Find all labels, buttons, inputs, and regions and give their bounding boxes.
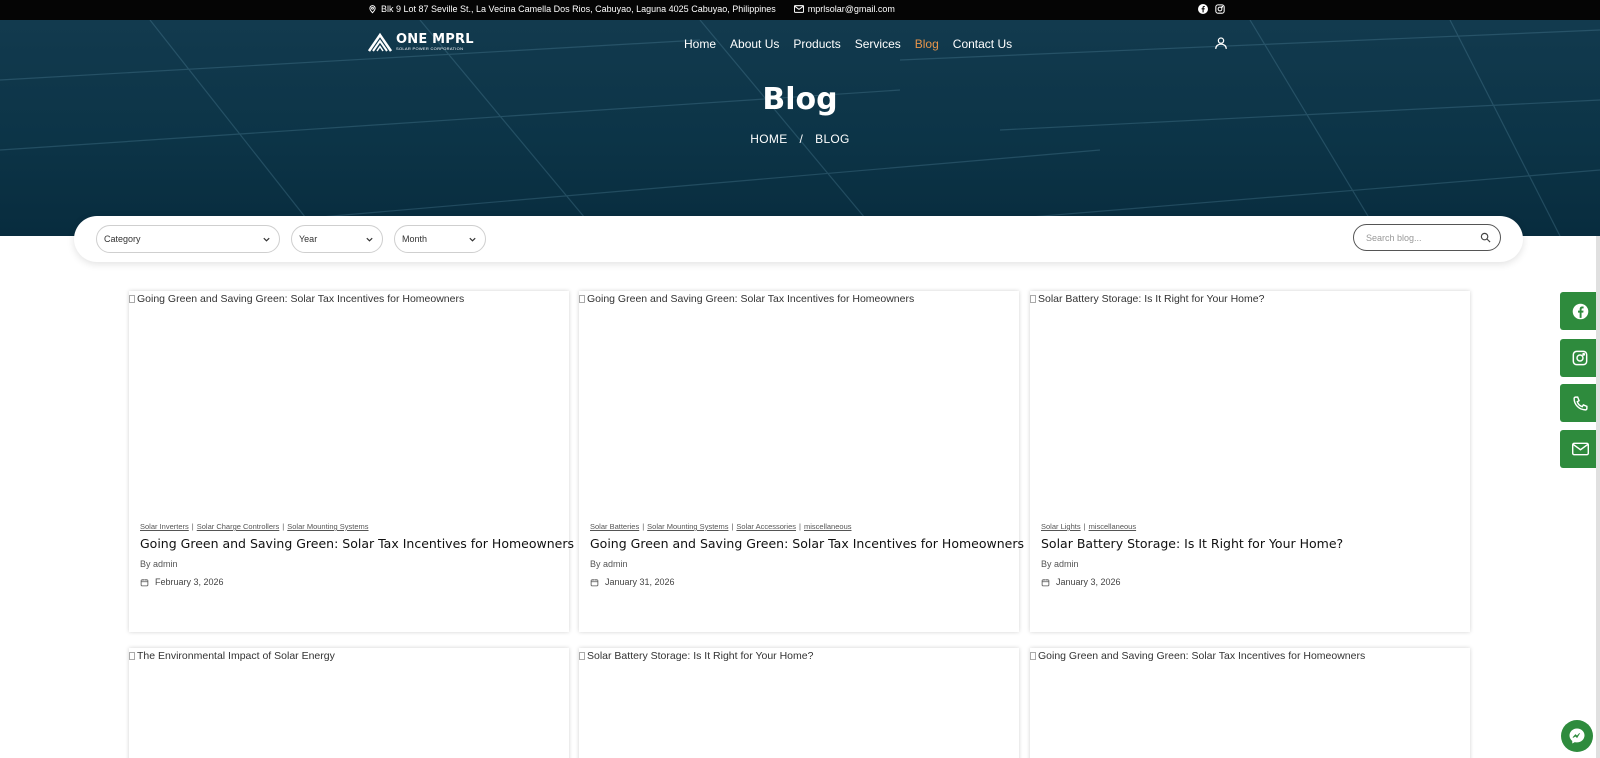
- side-email-button[interactable]: [1560, 430, 1600, 468]
- messenger-icon: [1569, 728, 1585, 744]
- chevron-down-icon: [366, 237, 373, 242]
- calendar-icon: [1041, 578, 1050, 586]
- post-image[interactable]: Solar Battery Storage: Is It Right for Y…: [579, 650, 813, 662]
- post-author: By admin: [590, 559, 628, 569]
- contact-info: Blk 9 Lot 87 Seville St., La Vecina Came…: [368, 4, 895, 14]
- instagram-icon[interactable]: [1215, 4, 1225, 14]
- post-image[interactable]: Solar Battery Storage: Is It Right for Y…: [1030, 293, 1264, 305]
- mail-icon: [793, 5, 804, 13]
- calendar-icon: [140, 578, 149, 586]
- category-link[interactable]: Solar Mounting Systems: [647, 522, 728, 531]
- month-select[interactable]: Month: [394, 225, 486, 253]
- facebook-icon[interactable]: [1198, 4, 1208, 14]
- post-image[interactable]: The Environmental Impact of Solar Energy: [129, 650, 335, 662]
- blog-filter-bar: Category Year Month: [74, 216, 1523, 262]
- category-link[interactable]: Solar Inverters: [140, 522, 189, 531]
- blog-search: [1353, 224, 1501, 251]
- category-link[interactable]: Solar Batteries: [590, 522, 639, 531]
- logo-mark-icon: [368, 32, 392, 52]
- chevron-down-icon: [263, 237, 270, 242]
- post-date: February 3, 2026: [140, 577, 224, 587]
- logo-subtitle: SOLAR POWER CORPORATION: [396, 46, 464, 51]
- post-categories: Solar Batteries | Solar Mounting Systems | S…: [590, 522, 852, 531]
- hero-banner: ONE MPRL SOLAR POWER CORPORATION Home Ab…: [0, 20, 1600, 236]
- category-link[interactable]: miscellaneous: [1089, 522, 1137, 531]
- user-account-icon[interactable]: [1214, 36, 1228, 55]
- blog-card[interactable]: The Environmental Impact of Solar Energy: [129, 648, 569, 758]
- nav-contact[interactable]: Contact Us: [953, 37, 1012, 51]
- side-instagram-button[interactable]: [1560, 339, 1600, 377]
- category-link[interactable]: Solar Accessories: [736, 522, 796, 531]
- breadcrumb-home[interactable]: HOME: [750, 132, 787, 146]
- side-facebook-button[interactable]: [1560, 292, 1600, 330]
- nav-about[interactable]: About Us: [730, 37, 779, 51]
- site-logo[interactable]: ONE MPRL SOLAR POWER CORPORATION: [368, 32, 474, 52]
- blog-card[interactable]: Going Green and Saving Green: Solar Tax …: [1030, 648, 1470, 758]
- search-input[interactable]: [1354, 232, 1472, 243]
- email-link[interactable]: mprlsolar@gmail.com: [808, 4, 895, 14]
- address-text: Blk 9 Lot 87 Seville St., La Vecina Came…: [381, 4, 776, 14]
- mail-icon: [1571, 442, 1589, 456]
- breadcrumb-current: BLOG: [815, 132, 850, 146]
- top-info-bar: Blk 9 Lot 87 Seville St., La Vecina Came…: [0, 0, 1600, 20]
- category-link[interactable]: miscellaneous: [804, 522, 852, 531]
- nav-blog[interactable]: Blog: [915, 37, 939, 51]
- chevron-down-icon: [469, 237, 476, 242]
- nav-home[interactable]: Home: [684, 37, 716, 51]
- blog-card[interactable]: Solar Battery Storage: Is It Right for Y…: [579, 648, 1019, 758]
- page-scrollbar[interactable]: [1596, 236, 1600, 758]
- logo-name: ONE MPRL: [396, 32, 474, 47]
- category-link[interactable]: Solar Mounting Systems: [287, 522, 368, 531]
- search-icon[interactable]: [1480, 232, 1491, 243]
- nav-products[interactable]: Products: [793, 37, 840, 51]
- post-date: January 3, 2026: [1041, 577, 1121, 587]
- blog-card[interactable]: Going Green and Saving Green: Solar Tax …: [579, 291, 1024, 632]
- post-categories: Solar Inverters | Solar Charge Controllers…: [140, 522, 369, 531]
- messenger-chat-button[interactable]: [1561, 720, 1593, 752]
- category-link[interactable]: Solar Lights: [1041, 522, 1081, 531]
- blog-card[interactable]: Going Green and Saving Green: Solar Tax …: [129, 291, 574, 632]
- facebook-icon: [1572, 303, 1588, 319]
- post-title[interactable]: Going Green and Saving Green: Solar Tax …: [140, 536, 574, 551]
- post-title[interactable]: Solar Battery Storage: Is It Right for Y…: [1041, 536, 1343, 551]
- post-categories: Solar Lights | miscellaneous: [1041, 522, 1137, 531]
- top-social: [1198, 4, 1225, 14]
- nav-services[interactable]: Services: [855, 37, 901, 51]
- side-phone-button[interactable]: [1560, 384, 1600, 422]
- main-nav: Home About Us Products Services Blog Con…: [684, 37, 1012, 51]
- category-select[interactable]: Category: [96, 225, 280, 253]
- post-image[interactable]: Going Green and Saving Green: Solar Tax …: [129, 293, 464, 305]
- solar-panel-background: [0, 20, 1600, 236]
- calendar-icon: [590, 578, 599, 586]
- post-author: By admin: [140, 559, 178, 569]
- post-image[interactable]: Going Green and Saving Green: Solar Tax …: [579, 293, 914, 305]
- breadcrumb: HOME / BLOG: [750, 132, 850, 146]
- post-image[interactable]: Going Green and Saving Green: Solar Tax …: [1030, 650, 1365, 662]
- location-pin-icon: [368, 4, 377, 14]
- blog-card[interactable]: Solar Battery Storage: Is It Right for Y…: [1030, 291, 1470, 632]
- post-date: January 31, 2026: [590, 577, 675, 587]
- post-title[interactable]: Going Green and Saving Green: Solar Tax …: [590, 536, 1024, 551]
- category-link[interactable]: Solar Charge Controllers: [197, 522, 280, 531]
- page-title: Blog: [762, 82, 838, 117]
- instagram-icon: [1572, 350, 1588, 366]
- year-select[interactable]: Year: [291, 225, 383, 253]
- phone-icon: [1572, 395, 1588, 411]
- post-author: By admin: [1041, 559, 1079, 569]
